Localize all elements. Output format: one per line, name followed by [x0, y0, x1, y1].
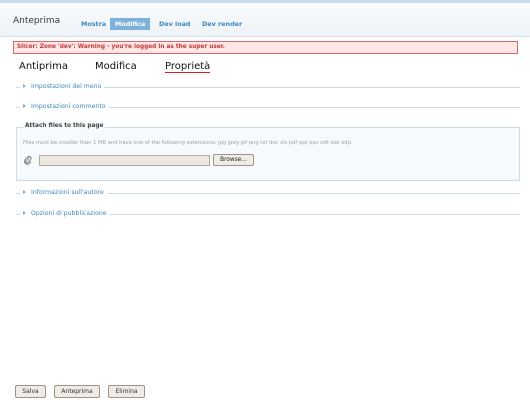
- fieldset-publishing-options: Opzioni di pubblicazione: [16, 209, 520, 219]
- menu-settings-label: Impostazioni del menù: [31, 83, 102, 90]
- tab-dev-render[interactable]: Dev render: [197, 18, 247, 30]
- author-info-toggle[interactable]: Informazioni sull'autore: [20, 188, 107, 198]
- subtab-proprieta[interactable]: Proprietà: [165, 61, 211, 73]
- expand-triangle-icon: [23, 104, 26, 108]
- subtab-modifica[interactable]: Modifica: [95, 61, 137, 72]
- publishing-options-label: Opzioni di pubblicazione: [31, 210, 107, 217]
- publishing-options-toggle[interactable]: Opzioni di pubblicazione: [20, 209, 110, 219]
- tab-mostra[interactable]: Mostra: [76, 18, 111, 30]
- page-title: Anteprima: [13, 16, 61, 26]
- preview-button[interactable]: Anteprima: [54, 385, 100, 398]
- tab-dev-load[interactable]: Dev load: [154, 18, 196, 30]
- author-info-label: Informazioni sull'autore: [31, 189, 104, 196]
- fieldset-author-info: Informazioni sull'autore: [16, 188, 520, 198]
- fieldset-comment-settings: Impostazioni commento: [16, 102, 520, 112]
- warning-message: Slicer: Zone 'dev': Warning - you're log…: [13, 41, 518, 54]
- subtab-antiprima[interactable]: Antiprima: [19, 61, 68, 72]
- save-button[interactable]: Salva: [15, 385, 46, 398]
- paperclip-icon: [24, 156, 32, 165]
- attach-files-description: Files must be smaller than 1 MB and have…: [23, 140, 353, 146]
- expand-triangle-icon: [23, 84, 26, 88]
- attach-files-fieldset: [16, 127, 520, 181]
- comment-settings-toggle[interactable]: Impostazioni commento: [20, 102, 109, 112]
- fieldset-menu-settings: Impostazioni del menù: [16, 82, 520, 92]
- browse-button[interactable]: Browse...: [213, 154, 254, 166]
- expand-triangle-icon: [23, 190, 26, 194]
- delete-button[interactable]: Elimina: [108, 385, 145, 398]
- menu-settings-toggle[interactable]: Impostazioni del menù: [20, 82, 105, 92]
- expand-triangle-icon: [23, 211, 26, 215]
- comment-settings-label: Impostazioni commento: [31, 103, 106, 110]
- attach-files-legend: Attach files to this page: [23, 123, 106, 129]
- tab-modifica[interactable]: Modifica: [110, 18, 151, 30]
- top-bar: Anteprima Mostra Modifica Dev load Dev r…: [0, 0, 530, 37]
- file-upload-input[interactable]: [39, 155, 210, 166]
